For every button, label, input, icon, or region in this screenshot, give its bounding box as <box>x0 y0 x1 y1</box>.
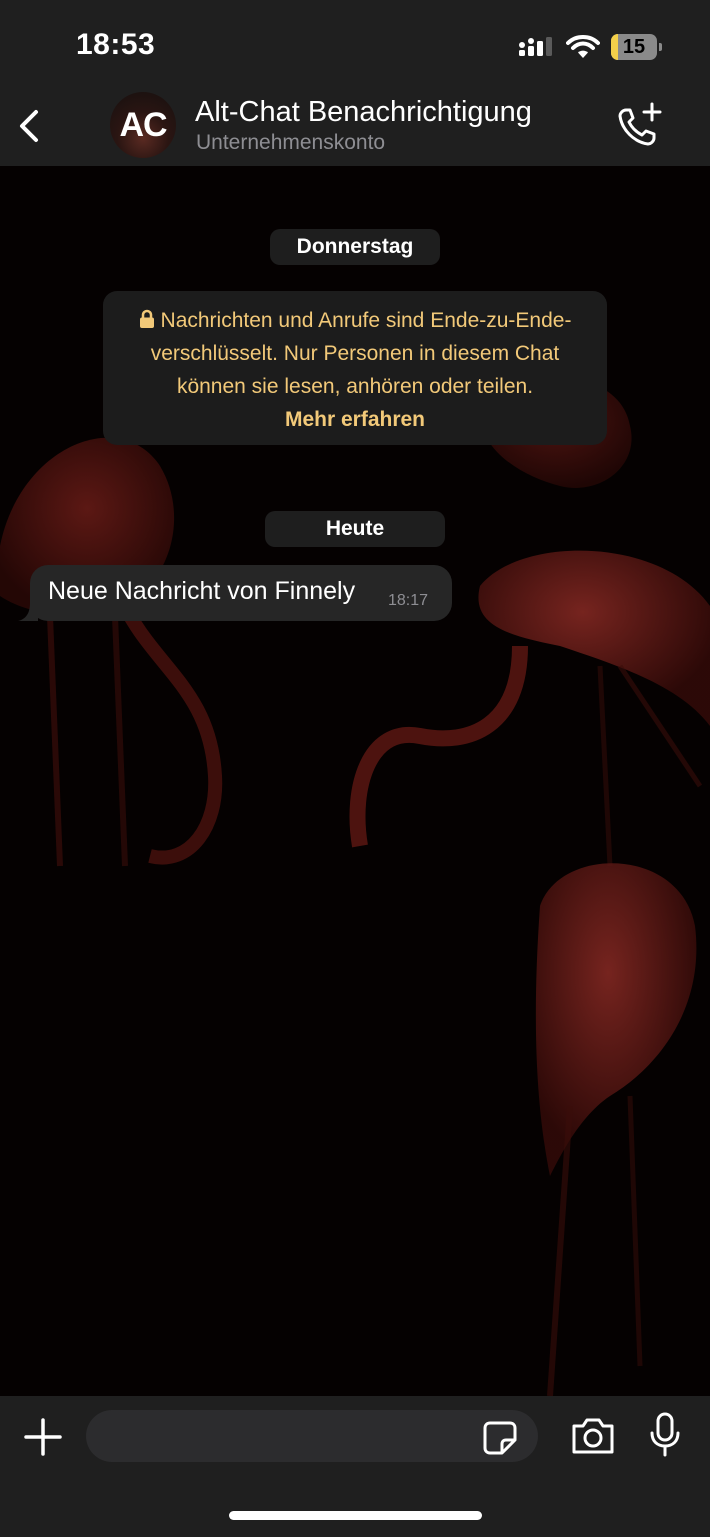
add-call-icon[interactable] <box>614 100 664 150</box>
avatar-initials: AC <box>119 105 167 144</box>
lock-icon <box>139 309 154 328</box>
back-chevron-icon[interactable] <box>8 102 52 150</box>
status-time: 18:53 <box>76 28 156 61</box>
camera-icon[interactable] <box>570 1416 616 1456</box>
status-bar: 18:53 15 <box>0 0 710 86</box>
learn-more-link[interactable]: Mehr erfahren <box>285 408 425 431</box>
avatar[interactable]: AC <box>110 92 176 158</box>
message-bubble[interactable]: Neue Nachricht von Finnely 18:17 <box>18 565 452 621</box>
home-indicator[interactable] <box>229 1511 482 1520</box>
bubble-tail <box>18 603 38 621</box>
battery-level: 15 <box>622 36 646 58</box>
input-bar <box>0 1396 710 1537</box>
chat-header: AC Alt-Chat Benachrichtigung Unternehmen… <box>0 86 710 166</box>
signal-icon <box>519 37 552 56</box>
message-text: Neue Nachricht von Finnely <box>48 577 356 605</box>
date-pill-today: Heute <box>265 511 445 547</box>
message-input[interactable] <box>86 1410 538 1462</box>
date-pill-thursday: Donnerstag <box>270 229 440 265</box>
chat-title[interactable]: Alt-Chat Benachrichtigung <box>195 96 532 129</box>
encryption-notice[interactable]: Nachrichten und Anrufe sind Ende-zu-Ende… <box>103 291 607 445</box>
microphone-icon[interactable] <box>648 1412 682 1458</box>
battery-icon: 15 <box>611 34 663 60</box>
plus-icon[interactable] <box>22 1416 64 1458</box>
encryption-text: Nachrichten und Anrufe sind Ende-zu-Ende… <box>150 309 572 398</box>
chat-subtitle: Unternehmenskonto <box>196 131 386 154</box>
message-timestamp: 18:17 <box>388 592 429 609</box>
wifi-icon <box>566 35 600 58</box>
sticker-icon[interactable] <box>482 1420 518 1456</box>
